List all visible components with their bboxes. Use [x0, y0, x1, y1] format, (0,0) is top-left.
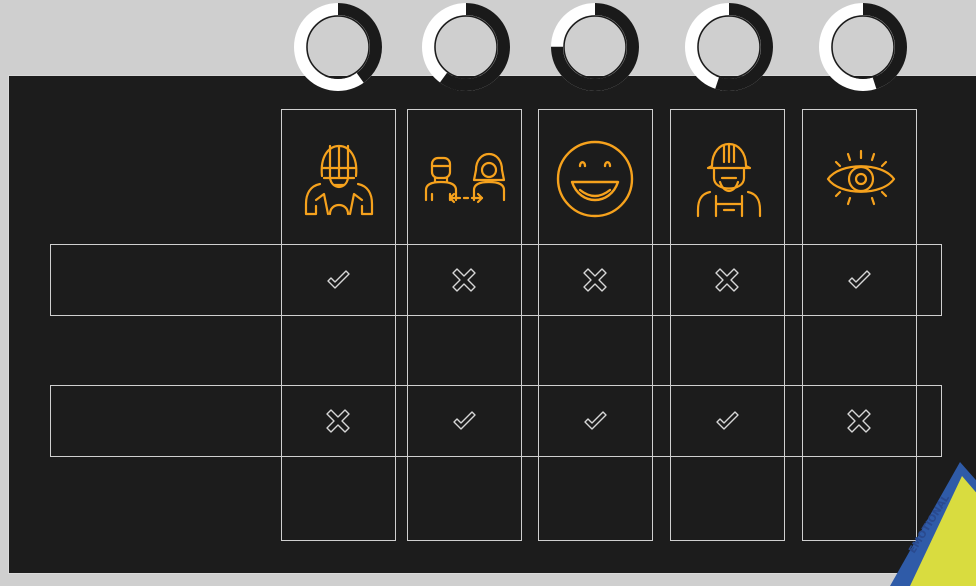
- construction-worker-icon: [696, 142, 762, 218]
- check-icon: [327, 270, 350, 289]
- cross-icon: [452, 268, 476, 292]
- check-icon: [848, 270, 871, 289]
- donut-chart-2: [422, 3, 510, 91]
- donut-chart-4: [685, 3, 773, 91]
- check-icon: [716, 411, 739, 430]
- row-1: [50, 244, 942, 316]
- football-player-icon: [304, 144, 374, 216]
- donut-chart-3: [551, 3, 639, 91]
- emotional-badge: EMOTIONAL: [890, 462, 976, 586]
- eye-icon: [826, 149, 896, 206]
- cross-icon: [583, 268, 607, 292]
- people-exchange-icon: [424, 152, 506, 204]
- cross-icon: [715, 268, 739, 292]
- check-icon: [453, 411, 476, 430]
- cross-icon: [326, 409, 350, 433]
- check-icon: [584, 411, 607, 430]
- row-2: [50, 385, 942, 457]
- cross-icon: [847, 409, 871, 433]
- donut-chart-5: [819, 3, 907, 91]
- smiley-face-icon: [556, 140, 634, 218]
- donut-chart-1: [294, 3, 382, 91]
